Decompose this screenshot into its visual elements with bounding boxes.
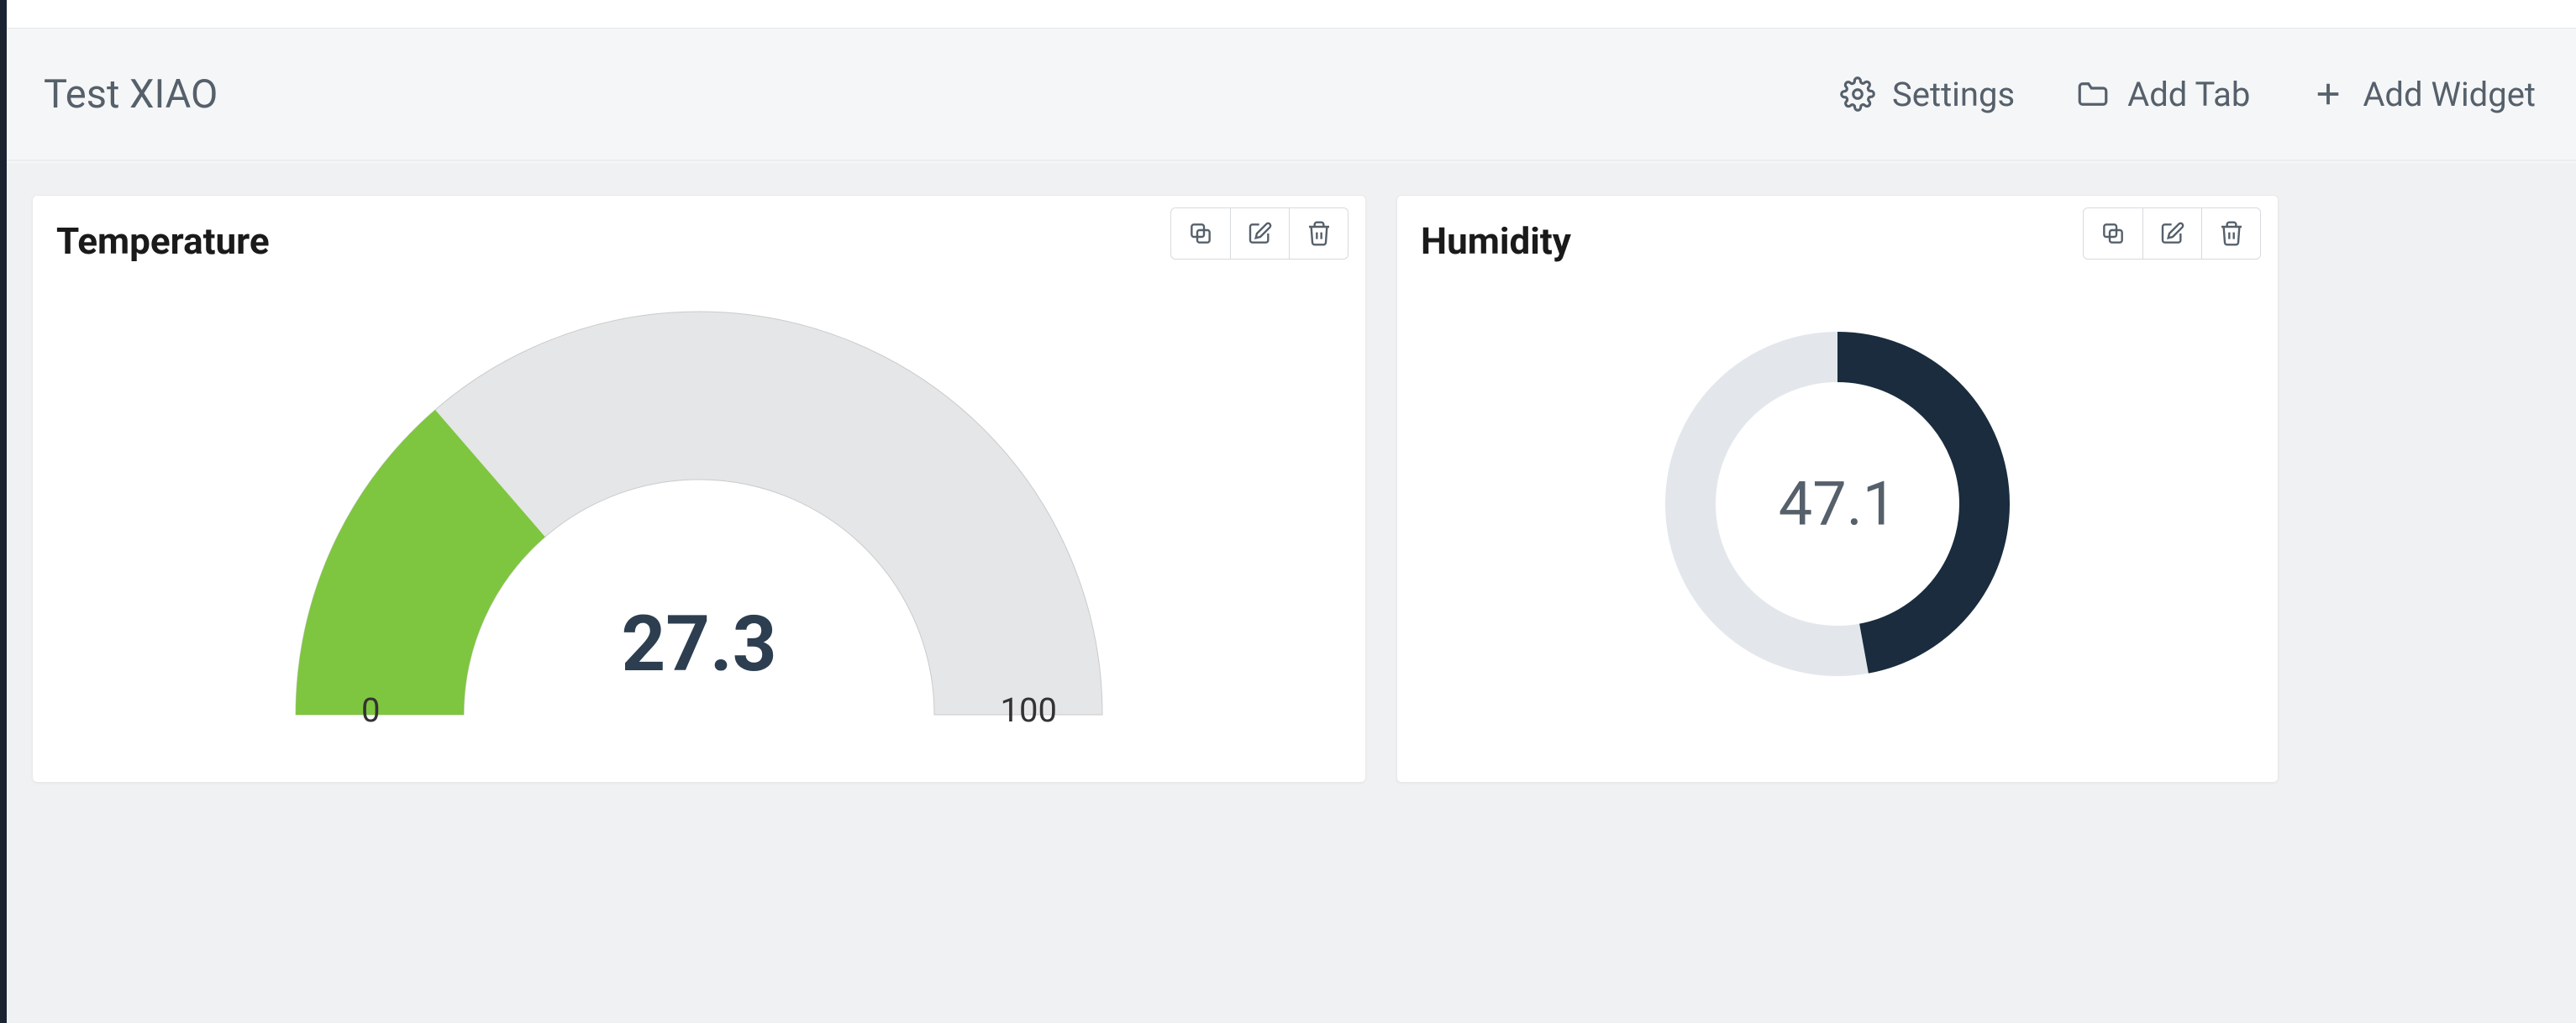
edit-button[interactable]	[1230, 208, 1289, 259]
delete-button[interactable]	[2201, 208, 2260, 259]
delete-button[interactable]	[1289, 208, 1348, 259]
add-widget-label: Add Widget	[2363, 75, 2536, 114]
settings-label: Settings	[1892, 75, 2015, 114]
trash-icon	[1306, 220, 1333, 247]
header-actions: Settings Add Tab Add Widget	[1840, 75, 2536, 114]
topbar	[7, 0, 2576, 29]
dashboard-header: Test XIAO Settings Add Tab Add Widget	[7, 29, 2576, 161]
edit-icon	[1247, 220, 1274, 247]
duplicate-button[interactable]	[2084, 208, 2142, 259]
gear-icon	[1840, 76, 1875, 112]
add-tab-label: Add Tab	[2127, 75, 2250, 114]
add-widget-button[interactable]: Add Widget	[2311, 75, 2536, 114]
dashboard-title: Test XIAO	[44, 71, 1840, 118]
folder-icon	[2075, 76, 2111, 112]
gauge-min-label: 0	[361, 690, 380, 730]
edit-button[interactable]	[2142, 208, 2201, 259]
widget-title: Humidity	[1421, 219, 1571, 263]
donut-chart: 47.1	[1657, 323, 2018, 685]
widget-humidity: Humidity 47.1	[1396, 195, 2279, 783]
gauge-chart: 27.3 0 100	[292, 303, 1106, 723]
donut-value: 47.1	[1779, 469, 1896, 540]
duplicate-button[interactable]	[1171, 208, 1230, 259]
widget-toolbar	[2083, 207, 2261, 260]
trash-icon	[2218, 220, 2245, 247]
dashboard-content: Temperature 27.3	[7, 163, 2576, 1023]
copy-icon	[2100, 220, 2127, 247]
add-tab-button[interactable]: Add Tab	[2075, 75, 2250, 114]
edit-icon	[2159, 220, 2186, 247]
copy-icon	[1187, 220, 1214, 247]
sidebar-strip	[0, 0, 7, 1023]
widget-temperature: Temperature 27.3	[32, 195, 1366, 783]
widget-title: Temperature	[56, 219, 270, 263]
gauge-value: 27.3	[621, 600, 776, 690]
gauge-max-label: 100	[1001, 690, 1057, 730]
settings-button[interactable]: Settings	[1840, 75, 2015, 114]
widget-toolbar	[1170, 207, 1348, 260]
plus-icon	[2311, 76, 2346, 112]
